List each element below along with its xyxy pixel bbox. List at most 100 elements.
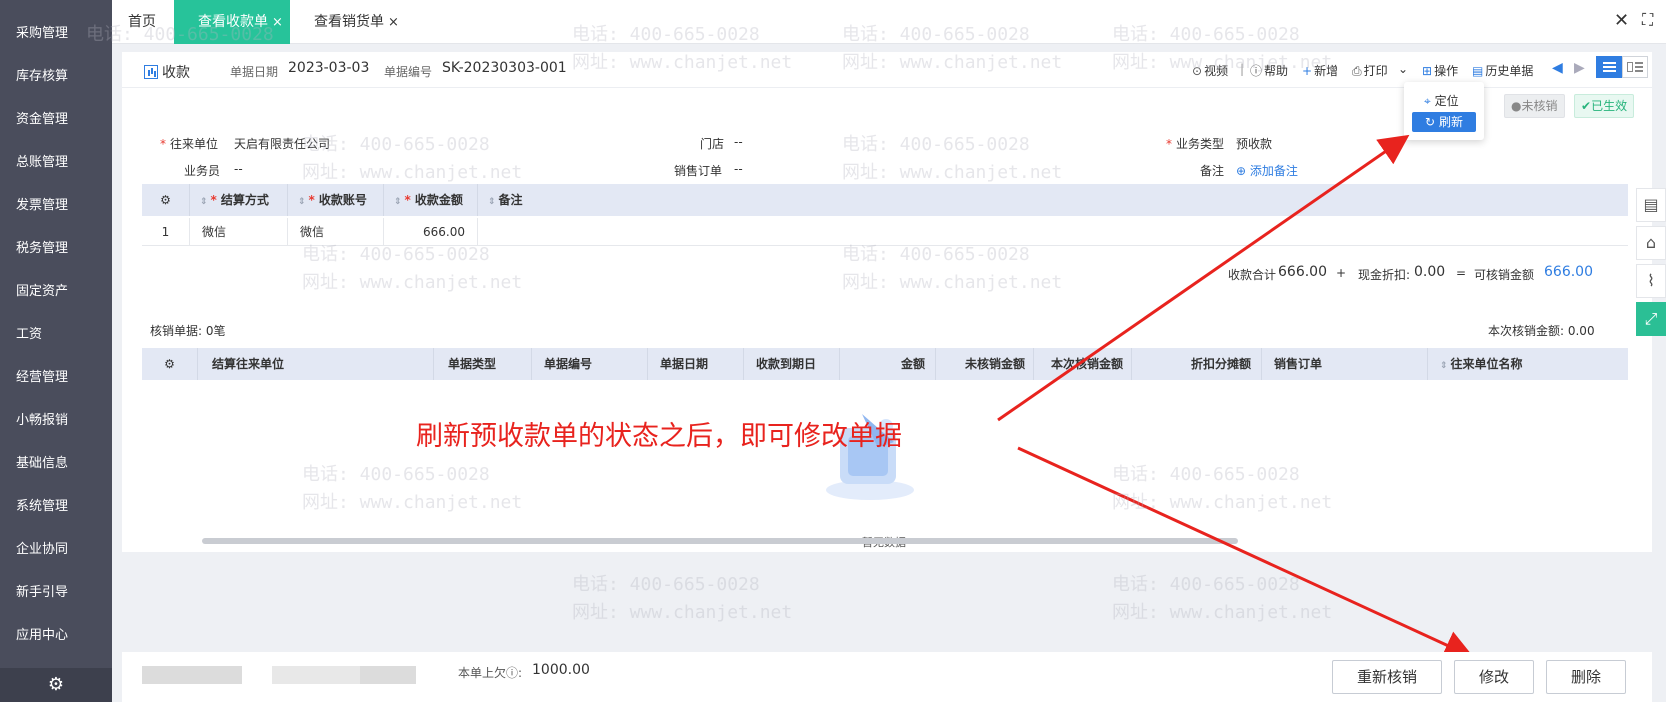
- stamp-icon[interactable]: ⌂: [1636, 226, 1666, 260]
- owed-value: 1000.00: [532, 662, 590, 678]
- history-button[interactable]: ▤ 历史单据: [1472, 62, 1533, 79]
- edit-button[interactable]: 修改: [1454, 660, 1534, 694]
- owed-label: 本单上欠ⓘ:: [458, 666, 523, 680]
- partner-value: 天启有限责任公司: [234, 137, 331, 151]
- col-this-verify[interactable]: 本次核销金额: [1034, 348, 1132, 380]
- tab-home[interactable]: 首页: [128, 0, 156, 44]
- refresh-button[interactable]: ↻ 刷新: [1412, 112, 1476, 132]
- watermark: 电话: 400-665-0028: [572, 574, 760, 595]
- col-unverified[interactable]: 未核销金额: [936, 348, 1034, 380]
- col-amount[interactable]: 金额: [840, 348, 936, 380]
- col-partner-name[interactable]: ⇕ 往来单位名称: [1428, 348, 1628, 380]
- watermark: 网址: www.chanjet.net: [1112, 602, 1333, 623]
- gear-icon[interactable]: ⚙: [0, 668, 112, 702]
- sidebar-item-collaboration[interactable]: 企业协同: [0, 530, 112, 570]
- cell-amount[interactable]: 666.00: [384, 218, 478, 246]
- table-row[interactable]: 1 微信 微信 666.00: [142, 218, 1628, 246]
- verifiable-label: 可核销金额: [1474, 268, 1535, 282]
- card-view-icon[interactable]: [1622, 56, 1648, 78]
- document-icon: ▤: [1472, 64, 1484, 78]
- sidebar-item-purchase[interactable]: 采购管理: [0, 14, 112, 54]
- expand-icon[interactable]: ⤢: [1636, 302, 1666, 336]
- settings-icon[interactable]: ⚙: [142, 348, 198, 380]
- prev-icon[interactable]: ◀: [1552, 60, 1563, 76]
- footer-bar: 本单上欠ⓘ: 1000.00 重新核销 修改 删除: [122, 652, 1652, 702]
- col-settlement[interactable]: ⇕ * 结算方式: [190, 184, 288, 216]
- help-button[interactable]: ⓘ 帮助: [1250, 62, 1288, 79]
- discount-value: 0.00: [1414, 264, 1446, 280]
- blurred-block: [360, 666, 416, 684]
- attachment-icon[interactable]: ⌇: [1636, 264, 1666, 298]
- sidebar-item-tax[interactable]: 税务管理: [0, 229, 112, 269]
- sum-label: 收款合计: [1228, 268, 1277, 282]
- remark-label: 备注: [1200, 164, 1225, 178]
- fullscreen-icon[interactable]: ⛶: [1642, 10, 1653, 30]
- tab-label: 查看收款单: [198, 14, 268, 30]
- col-doc-number[interactable]: 单据编号: [532, 348, 648, 380]
- print-dropdown-icon[interactable]: ⌄: [1398, 62, 1408, 76]
- toolbar-separator: |: [1240, 62, 1245, 76]
- tab-view-receipt[interactable]: 查看收款单 ×: [174, 0, 290, 44]
- settings-icon[interactable]: ⚙: [142, 184, 190, 216]
- sidebar: 采购管理 库存核算 资金管理 总账管理 发票管理 税务管理 固定资产 工资 经营…: [0, 0, 112, 702]
- col-doc-type[interactable]: 单据类型: [434, 348, 532, 380]
- help-icon: ⓘ: [506, 666, 519, 680]
- close-icon[interactable]: ×: [272, 15, 283, 30]
- operation-button[interactable]: ⊞ 操作: [1422, 62, 1458, 79]
- verify-amount: 本次核销金额: 0.00: [1488, 324, 1595, 338]
- store-value: --: [734, 135, 743, 149]
- annotation-text: 刷新预收款单的状态之后，即可修改单据: [416, 421, 902, 452]
- sum-value: 666.00: [1278, 264, 1327, 280]
- cell-method[interactable]: 微信: [190, 218, 288, 246]
- col-partner[interactable]: 结算往来单位: [198, 348, 434, 380]
- store-label: 门店: [700, 137, 725, 151]
- discount-label: 现金折扣:: [1358, 268, 1411, 282]
- plus-circle-icon: ⊕: [1236, 164, 1247, 178]
- video-button[interactable]: ⊙ 视频: [1192, 62, 1228, 79]
- number-value: SK-20230303-001: [442, 60, 567, 76]
- next-icon[interactable]: ▶: [1574, 60, 1585, 76]
- sidebar-item-inventory[interactable]: 库存核算: [0, 57, 112, 97]
- sidebar-item-invoice[interactable]: 发票管理: [0, 186, 112, 226]
- tab-view-sales[interactable]: 查看销货单 ×: [314, 0, 399, 44]
- status-badge-unverified: ●未核销: [1504, 94, 1565, 118]
- sidebar-item-guide[interactable]: 新手引导: [0, 573, 112, 613]
- sidebar-item-operations[interactable]: 经营管理: [0, 358, 112, 398]
- col-due-date[interactable]: 收款到期日: [744, 348, 840, 380]
- sidebar-item-basic-info[interactable]: 基础信息: [0, 444, 112, 484]
- cell-note[interactable]: [478, 218, 1628, 246]
- col-sales-order[interactable]: 销售订单: [1262, 348, 1428, 380]
- sidebar-item-system[interactable]: 系统管理: [0, 487, 112, 527]
- col-amount[interactable]: ⇕ * 收款金额: [384, 184, 478, 216]
- plus-sign: +: [1336, 266, 1347, 280]
- sales-order-value: --: [734, 162, 743, 176]
- delete-button[interactable]: 删除: [1546, 660, 1626, 694]
- sidebar-item-ledger[interactable]: 总账管理: [0, 143, 112, 183]
- col-doc-date[interactable]: 单据日期: [648, 348, 744, 380]
- plus-icon: +: [1302, 64, 1313, 78]
- locate-menu-item[interactable]: ⌖ 定位: [1424, 92, 1459, 109]
- close-icon[interactable]: ×: [388, 15, 399, 30]
- add-remark-button[interactable]: ⊕ 添加备注: [1236, 162, 1298, 179]
- horizontal-scrollbar[interactable]: [202, 538, 1238, 544]
- cell-account[interactable]: 微信: [288, 218, 384, 246]
- sidebar-item-apps[interactable]: 应用中心: [0, 616, 112, 656]
- window-close-icon[interactable]: ✕: [1614, 10, 1629, 31]
- sidebar-item-funds[interactable]: 资金管理: [0, 100, 112, 140]
- verifiable-value: 666.00: [1544, 264, 1593, 280]
- equals-sign: =: [1456, 266, 1467, 280]
- doc-type-label: 收款: [144, 62, 190, 82]
- sidebar-item-expense[interactable]: 小畅报销: [0, 401, 112, 441]
- col-note[interactable]: ⇕ 备注: [478, 184, 1628, 216]
- sidebar-item-salary[interactable]: 工资: [0, 315, 112, 355]
- list-view-icon[interactable]: [1596, 56, 1622, 78]
- reverify-button[interactable]: 重新核销: [1332, 660, 1442, 694]
- blurred-block: [142, 666, 242, 684]
- new-button[interactable]: + 新增: [1302, 62, 1338, 79]
- help-icon: ⓘ: [1250, 64, 1263, 78]
- print-button[interactable]: ⎙ 打印: [1352, 62, 1388, 79]
- notes-icon[interactable]: ▤: [1636, 188, 1666, 222]
- sidebar-item-fixed-assets[interactable]: 固定资产: [0, 272, 112, 312]
- col-discount-share[interactable]: 折扣分摊额: [1132, 348, 1262, 380]
- col-account[interactable]: ⇕ * 收款账号: [288, 184, 384, 216]
